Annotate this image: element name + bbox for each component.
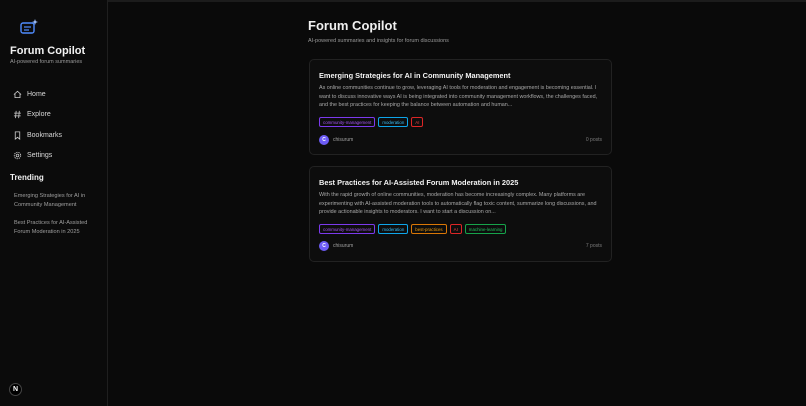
page-title: Forum Copilot bbox=[308, 18, 397, 33]
top-divider bbox=[0, 0, 806, 2]
hash-icon bbox=[13, 110, 22, 119]
post-card[interactable]: Best Practices for AI-Assisted Forum Mod… bbox=[309, 166, 612, 262]
post-count: 0 posts bbox=[585, 137, 602, 143]
sidebar-item-explore[interactable]: Explore bbox=[13, 105, 62, 126]
sidebar-item-settings[interactable]: Settings bbox=[13, 146, 62, 167]
trending-heading: Trending bbox=[10, 173, 44, 182]
tag-ai[interactable]: AI bbox=[449, 224, 462, 234]
avatar: C bbox=[319, 135, 329, 145]
tag-community-management[interactable]: community-management bbox=[319, 224, 376, 234]
post-title[interactable]: Emerging Strategies for AI in Community … bbox=[319, 71, 511, 80]
post-card[interactable]: Emerging Strategies for AI in Community … bbox=[309, 59, 612, 155]
sidebar-item-label: Home bbox=[27, 90, 46, 98]
dev-badge[interactable]: N bbox=[9, 383, 22, 396]
gear-icon bbox=[13, 151, 22, 160]
tag-ai[interactable]: AI bbox=[411, 117, 424, 127]
post-count: 7 posts bbox=[585, 243, 602, 249]
sidebar-item-label: Bookmarks bbox=[27, 131, 63, 139]
tag-machine-learning[interactable]: machine-learning bbox=[464, 224, 507, 234]
tag-community-management[interactable]: community-management bbox=[319, 117, 376, 127]
home-icon bbox=[13, 90, 22, 99]
sidebar-nav: Home Explore Bookmarks Settings bbox=[13, 84, 62, 166]
tag-list: community-management moderation best-pra… bbox=[319, 224, 507, 234]
author-name: chisurum bbox=[333, 243, 354, 249]
post-excerpt: As online communities continue to grow, … bbox=[319, 85, 598, 108]
tag-moderation[interactable]: moderation bbox=[378, 224, 409, 234]
sidebar-item-label: Settings bbox=[27, 152, 53, 160]
post-author: C chisurum bbox=[319, 241, 353, 251]
post-excerpt: With the rapid growth of online communit… bbox=[319, 192, 597, 215]
chat-sparkle-icon bbox=[19, 18, 39, 38]
sidebar-item-home[interactable]: Home bbox=[13, 84, 62, 105]
sidebar-item-label: Explore bbox=[27, 111, 51, 119]
post-author: C chisurum bbox=[319, 135, 353, 145]
app-subtitle: AI-powered forum summaries bbox=[10, 59, 83, 65]
author-name: chisurum bbox=[333, 137, 354, 143]
trending-link[interactable]: Best Practices for AI-Assisted Forum Mod… bbox=[14, 219, 100, 236]
tag-best-practices[interactable]: best-practices bbox=[411, 224, 447, 234]
trending-link[interactable]: Emerging Strategies for AI in Community … bbox=[14, 192, 100, 209]
post-title[interactable]: Best Practices for AI-Assisted Forum Mod… bbox=[319, 178, 518, 187]
avatar: C bbox=[319, 241, 329, 251]
app-title: Forum Copilot bbox=[10, 45, 86, 57]
tag-list: community-management moderation AI bbox=[319, 117, 424, 127]
sidebar-item-bookmarks[interactable]: Bookmarks bbox=[13, 125, 62, 146]
sidebar: Forum Copilot AI-powered forum summaries… bbox=[0, 0, 108, 406]
bookmark-icon bbox=[13, 131, 22, 140]
page-subtitle: AI-powered summaries and insights for fo… bbox=[308, 38, 449, 44]
tag-moderation[interactable]: moderation bbox=[378, 117, 409, 127]
